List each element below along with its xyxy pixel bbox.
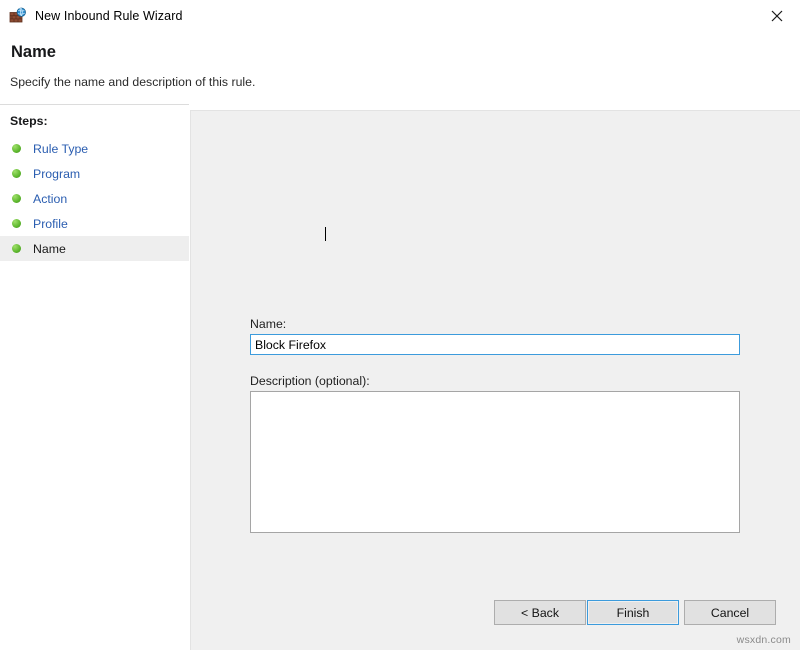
sidebar-item-label: Rule Type — [33, 142, 88, 156]
sidebar-item-profile[interactable]: Profile — [0, 211, 189, 236]
window-title: New Inbound Rule Wizard — [35, 9, 183, 23]
page-title: Name — [11, 43, 56, 62]
text-cursor — [325, 227, 326, 241]
steps-heading: Steps: — [10, 114, 48, 128]
wizard-header: Name Specify the name and description of… — [0, 32, 800, 104]
back-button[interactable]: < Back — [494, 600, 586, 625]
sidebar-item-action[interactable]: Action — [0, 186, 189, 211]
wizard-body: Steps: Rule Type Program Action Profile … — [0, 104, 800, 650]
window-title-bar: New Inbound Rule Wizard — [0, 0, 800, 32]
sidebar-item-label: Profile — [33, 217, 68, 231]
name-input[interactable] — [250, 334, 740, 355]
wizard-content-panel: Name: Description (optional): — [190, 110, 800, 650]
step-complete-icon — [12, 169, 21, 178]
sidebar-item-rule-type[interactable]: Rule Type — [0, 136, 189, 161]
name-field-label: Name: — [250, 317, 286, 331]
sidebar-item-label: Action — [33, 192, 67, 206]
sidebar-item-label: Program — [33, 167, 80, 181]
steps-sidebar: Steps: Rule Type Program Action Profile … — [0, 104, 189, 650]
sidebar-item-name[interactable]: Name — [0, 236, 189, 261]
wizard-button-row: < Back Finish Cancel — [0, 597, 800, 633]
firewall-brick-globe-icon — [9, 7, 27, 25]
step-complete-icon — [12, 194, 21, 203]
close-icon[interactable] — [754, 0, 800, 32]
page-subtitle: Specify the name and description of this… — [10, 75, 255, 89]
description-textarea[interactable] — [250, 391, 740, 533]
description-field-label: Description (optional): — [250, 374, 370, 388]
sidebar-item-label: Name — [33, 242, 66, 256]
steps-list: Rule Type Program Action Profile Name — [0, 136, 189, 261]
watermark-text: wsxdn.com — [737, 634, 791, 646]
step-complete-icon — [12, 144, 21, 153]
finish-button[interactable]: Finish — [587, 600, 679, 625]
sidebar-item-program[interactable]: Program — [0, 161, 189, 186]
step-complete-icon — [12, 244, 21, 253]
cancel-button[interactable]: Cancel — [684, 600, 776, 625]
step-complete-icon — [12, 219, 21, 228]
